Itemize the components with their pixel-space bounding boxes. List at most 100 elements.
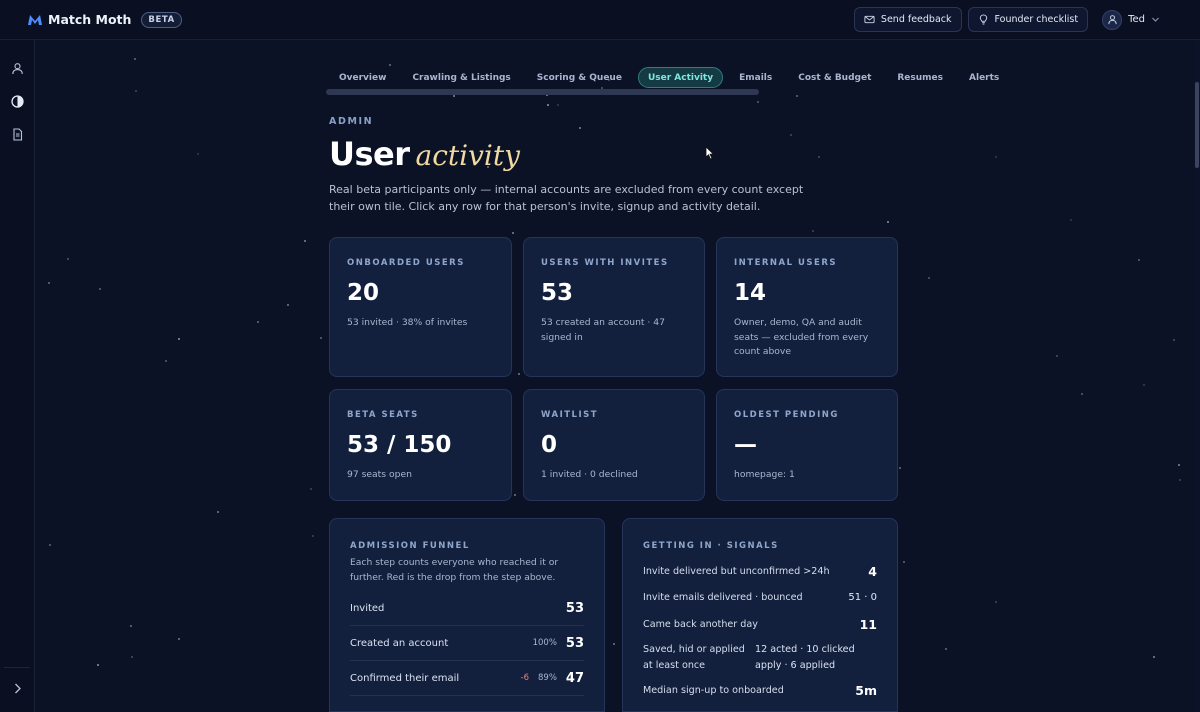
stat-card-value: 0 — [541, 432, 558, 458]
brand-name: Match Moth — [48, 12, 132, 27]
stat-card-value: 53 — [541, 280, 574, 306]
sidebar — [0, 40, 35, 712]
star-dot — [1179, 479, 1181, 481]
scrollbar-thumb[interactable] — [1195, 82, 1199, 168]
stat-card-note: 53 invited · 38% of invites — [347, 317, 468, 328]
stat-card-label: OLDEST PENDING — [734, 410, 839, 420]
signals-list: Invite delivered but unconfirmed >24h 4 … — [643, 558, 877, 704]
stat-card-onboarded-users[interactable]: ONBOARDED USERS 20 53 invited · 38% of i… — [329, 237, 512, 377]
signal-value: 51 · 0 — [848, 592, 877, 604]
star-dot — [97, 664, 99, 666]
tab-user-activity[interactable]: User Activity — [637, 67, 724, 88]
stat-card-value: 14 — [734, 280, 767, 306]
tab-overview[interactable]: Overview — [329, 67, 396, 88]
sidebar-divider — [4, 667, 30, 668]
star-dot — [514, 494, 516, 496]
tab-resumes[interactable]: Resumes — [887, 67, 953, 88]
sidebar-item-theme[interactable] — [10, 94, 25, 109]
star-dot — [579, 127, 581, 129]
signal-row[interactable]: Invite emails delivered · bounced 51 · 0 — [643, 585, 877, 612]
chevron-down-icon — [1152, 17, 1159, 22]
stat-card-internal-users[interactable]: INTERNAL USERS 14 Owner, demo, QA and au… — [716, 237, 898, 377]
star-dot — [310, 488, 312, 490]
star-dot — [928, 277, 930, 279]
star-dot — [1081, 393, 1083, 395]
star-dot — [903, 561, 905, 563]
funnel-step-count: 47 — [565, 670, 584, 686]
star-dot — [49, 544, 51, 546]
tab-scoring-queue[interactable]: Scoring & Queue — [527, 67, 632, 88]
star-dot — [1138, 259, 1140, 261]
stat-card-oldest-pending[interactable]: OLDEST PENDING — homepage: 1 — [716, 389, 898, 501]
signals-panel: GETTING IN · SIGNALS Invite delivered bu… — [622, 518, 898, 712]
star-dot — [899, 467, 901, 469]
star-dot — [1178, 464, 1180, 466]
star-dot — [1143, 384, 1145, 386]
funnel-step-label: Invited — [350, 602, 385, 614]
user-menu[interactable]: Ted — [1102, 9, 1160, 30]
signal-value: 4 — [868, 563, 877, 579]
signal-label: Saved, hid or applied at least once — [643, 644, 745, 671]
top-actions: Send feedback Founder checklist Ted — [853, 7, 1160, 32]
star-dot — [512, 232, 514, 234]
funnel-list: Invited 53 Created an account 100% 53 Co… — [350, 591, 584, 696]
brand[interactable]: Match Moth BETA — [28, 11, 182, 28]
stat-card-note: 1 invited · 0 declined — [541, 469, 638, 480]
signal-row[interactable]: Median sign-up to onboarded 5m — [643, 678, 877, 705]
document-icon — [13, 128, 23, 141]
stat-card-beta-seats[interactable]: BETA SEATS 53 / 150 97 seats open — [329, 389, 512, 501]
star-dot — [453, 95, 455, 97]
signal-row[interactable]: Came back another day 11 — [643, 611, 877, 638]
stat-card-note: 97 seats open — [347, 469, 412, 480]
star-dot — [287, 304, 289, 306]
page-scrollbar[interactable] — [1194, 40, 1200, 712]
stat-card-note: homepage: 1 — [734, 469, 795, 480]
star-dot — [887, 221, 889, 223]
star-dot — [304, 240, 306, 242]
stat-card-waitlist[interactable]: WAITLIST 0 1 invited · 0 declined — [523, 389, 705, 501]
cursor-icon — [705, 146, 715, 160]
funnel-step-count: 53 — [565, 635, 584, 651]
funnel-row[interactable]: Invited 53 — [350, 591, 584, 626]
sidebar-item-documents[interactable] — [10, 127, 25, 142]
star-dot — [1056, 355, 1058, 357]
signal-label: Invite emails delivered · bounced — [643, 592, 803, 603]
lightbulb-icon — [979, 14, 987, 25]
star-dot — [1070, 219, 1072, 221]
founder-checklist-button[interactable]: Founder checklist — [967, 7, 1089, 32]
tab-alerts[interactable]: Alerts — [959, 67, 1009, 88]
admission-funnel-panel: ADMISSION FUNNEL Each step counts everyo… — [329, 518, 605, 712]
stat-card-note: Owner, demo, QA and audit seats — exclud… — [734, 317, 869, 357]
tab-crawling-listings[interactable]: Crawling & Listings — [402, 67, 520, 88]
stat-card-note: 53 created an account · 47 signed in — [541, 317, 665, 343]
stat-card-label: INTERNAL USERS — [734, 258, 837, 268]
funnel-step-percent: 89% — [538, 673, 557, 683]
panel-description: Each step counts everyone who reached it… — [350, 557, 559, 583]
star-dot — [131, 656, 133, 658]
star-dot — [197, 153, 199, 155]
signal-label: Median sign-up to onboarded — [643, 685, 784, 696]
signal-row[interactable]: Saved, hid or applied at least once 12 a… — [643, 638, 877, 678]
signal-value: 5m — [855, 683, 877, 699]
signal-row[interactable]: Invite delivered but unconfirmed >24h 4 — [643, 558, 877, 585]
tab-emails[interactable]: Emails — [729, 67, 782, 88]
star-dot — [48, 282, 50, 284]
tabs-scrollbar[interactable] — [326, 89, 759, 95]
funnel-step-label: Created an account — [350, 637, 449, 649]
star-dot — [130, 625, 132, 627]
star-dot — [818, 156, 820, 158]
funnel-row[interactable]: Created an account 100% 53 — [350, 626, 584, 661]
signal-label: Invite delivered but unconfirmed >24h — [643, 565, 830, 577]
send-feedback-button[interactable]: Send feedback — [853, 7, 962, 32]
sidebar-expand-button[interactable] — [10, 681, 25, 696]
star-dot — [757, 101, 759, 103]
tab-cost-budget[interactable]: Cost & Budget — [788, 67, 881, 88]
stat-card-users-with-invites[interactable]: USERS WITH INVITES 53 53 created an acco… — [523, 237, 705, 377]
star-dot — [320, 337, 322, 339]
star-dot — [518, 373, 520, 375]
top-bar: Match Moth BETA Send feedback Founder ch… — [0, 0, 1200, 40]
person-icon — [12, 63, 23, 75]
stat-card-label: BETA SEATS — [347, 410, 419, 420]
funnel-row[interactable]: Confirmed their email -6 89% 47 — [350, 661, 584, 696]
sidebar-item-profile[interactable] — [10, 61, 25, 76]
